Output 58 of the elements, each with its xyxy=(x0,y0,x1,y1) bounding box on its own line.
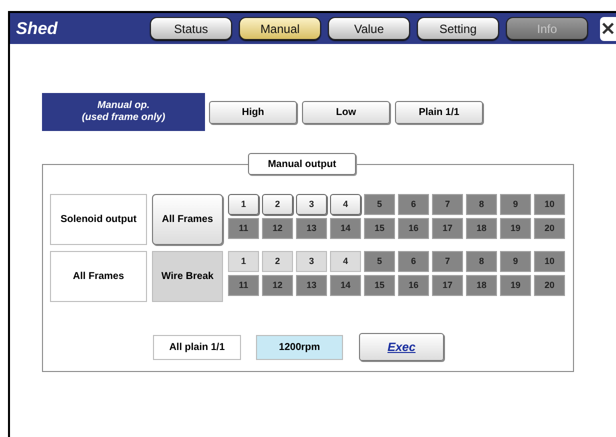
frame-cell: 3 xyxy=(296,251,327,272)
exec-button[interactable]: Exec xyxy=(359,333,444,361)
frame-cell: 6 xyxy=(398,194,429,215)
frame-cell: 11 xyxy=(228,275,259,296)
frame-cell: 18 xyxy=(466,218,497,239)
mode-button[interactable]: High xyxy=(209,100,297,124)
tab[interactable]: Setting xyxy=(417,17,499,40)
frame-button[interactable]: 3 xyxy=(296,194,327,215)
frame-cell: 17 xyxy=(432,275,463,296)
frame-cell: 17 xyxy=(432,218,463,239)
frame-cell: 4 xyxy=(330,251,361,272)
frame-cell: 12 xyxy=(262,218,293,239)
frame-cell: 9 xyxy=(500,251,531,272)
frame-cell: 20 xyxy=(534,275,565,296)
frame-cell: 18 xyxy=(466,275,497,296)
frame-cell: 5 xyxy=(364,251,395,272)
frame-cell: 11 xyxy=(228,218,259,239)
frame-cell: 1 xyxy=(228,251,259,272)
frame-cell: 13 xyxy=(296,218,327,239)
all-frames-button[interactable]: All Frames xyxy=(152,194,223,245)
frame-button[interactable]: 4 xyxy=(330,194,361,215)
frame-cell: 12 xyxy=(262,275,293,296)
frame-cell: 20 xyxy=(534,218,565,239)
frame-cell: 14 xyxy=(330,218,361,239)
speed-display: 1200rpm xyxy=(256,334,343,360)
frame-button[interactable]: 1 xyxy=(228,194,259,215)
frame-cell: 10 xyxy=(534,251,565,272)
frame-cell: 15 xyxy=(364,275,395,296)
frame-button[interactable]: 2 xyxy=(262,194,293,215)
row-label: Solenoid output xyxy=(50,194,147,245)
frame-cell: 10 xyxy=(534,194,565,215)
window-title: Shed xyxy=(16,18,59,40)
frame-cell: 7 xyxy=(432,194,463,215)
tab[interactable]: Value xyxy=(328,17,410,40)
close-button[interactable]: ✕ xyxy=(600,16,616,40)
tab[interactable]: Status xyxy=(150,17,232,40)
frame-cell: 15 xyxy=(364,218,395,239)
group-legend: Manual output xyxy=(248,153,356,175)
tab[interactable]: Manual xyxy=(239,17,321,40)
frame-cell: 14 xyxy=(330,275,361,296)
frame-cell: 19 xyxy=(500,275,531,296)
plain-display: All plain 1/1 xyxy=(153,334,241,360)
mode-button[interactable]: Low xyxy=(302,100,390,124)
manual-op-label: Manual op. (used frame only) xyxy=(42,93,205,131)
frame-cell: 6 xyxy=(398,251,429,272)
frame-cell: 8 xyxy=(466,251,497,272)
frame-cell: 5 xyxy=(364,194,395,215)
frame-cell: 13 xyxy=(296,275,327,296)
frame-cell: 16 xyxy=(398,275,429,296)
mode-button[interactable]: Plain 1/1 xyxy=(395,100,483,124)
frame-cell: 9 xyxy=(500,194,531,215)
row-label: All Frames xyxy=(50,251,147,302)
frame-cell: 7 xyxy=(432,251,463,272)
frame-cell: 8 xyxy=(466,194,497,215)
frame-cell: 16 xyxy=(398,218,429,239)
row-header: Wire Break xyxy=(152,251,223,302)
frame-cell: 19 xyxy=(500,218,531,239)
frame-cell: 2 xyxy=(262,251,293,272)
